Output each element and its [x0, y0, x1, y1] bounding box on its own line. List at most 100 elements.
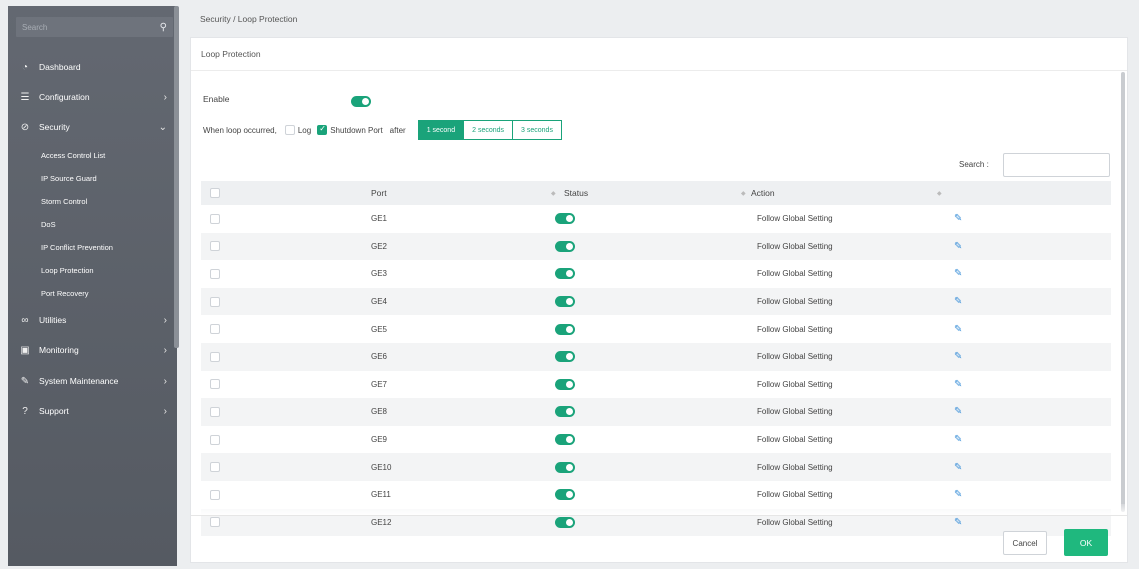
edit-icon[interactable]: ✎ — [954, 324, 962, 335]
sidebar-subitem-port-recovery[interactable]: Port Recovery — [41, 289, 89, 298]
edit-icon[interactable]: ✎ — [954, 406, 962, 417]
edit-icon[interactable]: ✎ — [954, 517, 962, 528]
edit-icon[interactable]: ✎ — [954, 379, 962, 390]
row-checkbox[interactable] — [210, 379, 220, 390]
sidebar-item-configuration[interactable]: ☰ Configuration › — [8, 86, 177, 108]
cancel-button[interactable]: Cancel — [1003, 531, 1047, 555]
column-header-status[interactable]: Status — [564, 188, 588, 198]
sort-icon[interactable]: ◆ — [937, 190, 942, 197]
edit-icon[interactable]: ✎ — [954, 296, 962, 307]
table-body: GE1 Follow Global Setting ✎ GE2 Follow Globa… — [201, 205, 1111, 537]
delay-option-1-second[interactable]: 1 second — [418, 121, 465, 139]
status-toggle[interactable] — [555, 296, 575, 308]
status-toggle[interactable] — [555, 378, 575, 390]
dashboard-icon: ◔ — [21, 61, 29, 73]
port-cell: GE10 — [371, 462, 392, 472]
action-cell: Follow Global Setting — [757, 517, 833, 527]
log-checkbox[interactable] — [284, 125, 295, 135]
delay-option-3-seconds[interactable]: 3 seconds — [513, 121, 561, 139]
sidebar-item-dashboard[interactable]: ◔ Dashboard — [8, 56, 177, 78]
status-toggle[interactable] — [555, 351, 575, 363]
ports-table: Port ◆ Status ◆ Action ◆ GE1 Follow Globa… — [201, 181, 1111, 537]
sidebar-subitem-storm-control[interactable]: Storm Control — [41, 197, 87, 206]
edit-icon[interactable]: ✎ — [954, 351, 962, 362]
port-cell: GE5 — [371, 324, 388, 334]
row-checkbox[interactable] — [210, 268, 220, 279]
table-row: GE2 Follow Global Setting ✎ — [201, 232, 1111, 261]
breadcrumb: Security / Loop Protection — [200, 14, 298, 24]
status-toggle[interactable] — [555, 213, 575, 225]
wrench-icon: ✎ — [20, 375, 30, 387]
sidebar: Search ⚲ ◔ Dashboard ☰ Configuration › ⊘… — [8, 6, 177, 566]
ok-button[interactable]: OK — [1064, 529, 1108, 556]
sidebar-item-label: Dashboard — [39, 62, 81, 72]
row-checkbox[interactable] — [210, 489, 220, 500]
log-label: Log — [297, 125, 312, 135]
column-header-action[interactable]: Action — [751, 188, 775, 198]
panel-scrollbar[interactable] — [1121, 72, 1125, 512]
edit-icon[interactable]: ✎ — [954, 489, 962, 500]
sidebar-scrollbar[interactable] — [174, 6, 179, 348]
row-checkbox[interactable] — [210, 241, 220, 252]
row-checkbox[interactable] — [210, 351, 220, 362]
sidebar-item-label: Utilities — [39, 315, 67, 325]
sidebar-item-system-maintenance[interactable]: ✎ System Maintenance › — [8, 370, 177, 392]
sort-icon[interactable]: ◆ — [551, 190, 556, 197]
sidebar-subitem-dos[interactable]: DoS — [41, 220, 56, 229]
row-checkbox[interactable] — [210, 434, 220, 445]
delay-option-2-seconds[interactable]: 2 seconds — [464, 121, 514, 139]
action-cell: Follow Global Setting — [757, 241, 833, 251]
table-row: GE3 Follow Global Setting ✎ — [201, 260, 1111, 288]
sidebar-search-input[interactable]: Search ⚲ — [16, 17, 173, 37]
port-cell: GE11 — [371, 490, 391, 500]
action-cell: Follow Global Setting — [757, 324, 833, 334]
table-row: GE10 Follow Global Setting ✎ — [201, 453, 1111, 481]
port-cell: GE12 — [371, 517, 392, 527]
status-toggle[interactable] — [555, 406, 575, 418]
row-checkbox[interactable] — [210, 517, 220, 528]
status-toggle[interactable] — [555, 516, 575, 528]
sidebar-subitem-access-control-list[interactable]: Access Control List — [41, 151, 105, 160]
row-checkbox[interactable] — [210, 462, 220, 473]
status-toggle[interactable] — [555, 323, 575, 335]
sidebar-item-monitoring[interactable]: ▣ Monitoring › — [8, 339, 177, 361]
enable-toggle[interactable] — [351, 96, 371, 107]
edit-icon[interactable]: ✎ — [954, 241, 962, 252]
sidebar-item-utilities[interactable]: ∞ Utilities › — [8, 309, 177, 331]
search-icon[interactable]: ⚲ — [160, 22, 167, 33]
edit-icon[interactable]: ✎ — [954, 268, 962, 279]
sidebar-item-label: Security — [39, 122, 70, 132]
sidebar-subitem-ip-source-guard[interactable]: IP Source Guard — [41, 174, 97, 183]
sidebar-item-security[interactable]: ⊘ Security ⌄ — [8, 116, 177, 138]
row-checkbox[interactable] — [210, 324, 220, 335]
action-cell: Follow Global Setting — [757, 352, 833, 362]
port-cell: GE7 — [371, 379, 388, 389]
when-loop-text: When loop occurred, — [203, 125, 277, 135]
table-search-input[interactable] — [1003, 153, 1110, 177]
status-toggle[interactable] — [555, 268, 575, 280]
status-toggle[interactable] — [555, 489, 575, 501]
action-cell: Follow Global Setting — [757, 407, 833, 417]
shield-icon: ⊘ — [20, 121, 30, 133]
sidebar-subitem-loop-protection[interactable]: Loop Protection — [41, 266, 94, 275]
action-cell: Follow Global Setting — [757, 462, 833, 472]
column-header-port[interactable]: Port — [371, 188, 387, 198]
edit-icon[interactable]: ✎ — [954, 213, 962, 224]
sidebar-subitem-ip-conflict-prevention[interactable]: IP Conflict Prevention — [41, 243, 113, 252]
status-toggle[interactable] — [555, 461, 575, 473]
row-checkbox[interactable] — [210, 406, 220, 417]
select-all-checkbox[interactable] — [210, 188, 220, 198]
sort-icon[interactable]: ◆ — [741, 190, 746, 197]
row-checkbox[interactable] — [210, 213, 220, 224]
edit-icon[interactable]: ✎ — [954, 434, 962, 445]
action-cell: Follow Global Setting — [757, 379, 833, 389]
chevron-right-icon: › — [163, 314, 167, 326]
sidebar-search-placeholder: Search — [22, 22, 48, 32]
shutdown-port-checkbox[interactable] — [317, 124, 328, 135]
status-toggle[interactable] — [555, 240, 575, 252]
status-toggle[interactable] — [555, 434, 575, 446]
row-checkbox[interactable] — [210, 296, 220, 307]
sidebar-item-support[interactable]: ? Support › — [8, 400, 177, 422]
help-icon: ? — [22, 405, 28, 417]
edit-icon[interactable]: ✎ — [954, 462, 962, 473]
